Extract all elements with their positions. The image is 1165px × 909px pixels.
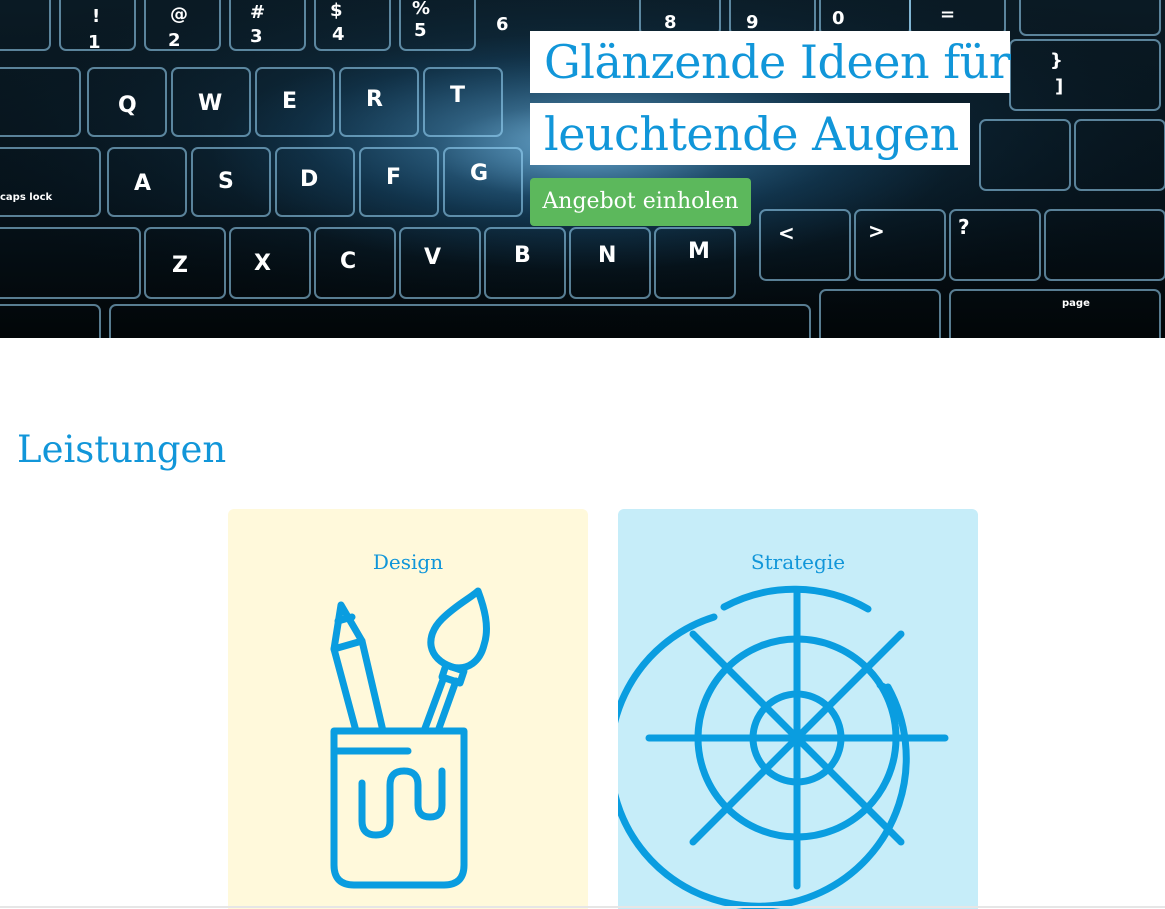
svg-text:#: #	[250, 2, 265, 23]
svg-text:3: 3	[250, 26, 263, 47]
target-radar-icon	[618, 585, 949, 909]
svg-text:]: ]	[1055, 76, 1063, 97]
svg-text:4: 4	[332, 24, 345, 45]
svg-text:E: E	[282, 89, 297, 114]
hero-headline-line2: leuchtende Augen	[530, 103, 970, 165]
svg-text:8: 8	[664, 12, 677, 33]
svg-text:@: @	[170, 4, 188, 25]
hero-banner: ! 1 @ 2 # 3 $ 4 % 5 6 8 9 0 = Q W E R T …	[0, 0, 1165, 338]
svg-text:!: !	[92, 6, 100, 27]
svg-text:R: R	[366, 87, 383, 112]
svg-text:page: page	[1062, 298, 1090, 309]
svg-text:%: %	[412, 0, 430, 19]
svg-text:5: 5	[414, 20, 427, 41]
svg-text:?: ?	[958, 215, 970, 239]
service-card-strategy[interactable]: Strategie	[618, 509, 978, 909]
svg-text:T: T	[450, 83, 465, 108]
hero-headline-line1: Glänzende Ideen für	[530, 31, 1011, 93]
svg-text:N: N	[598, 243, 616, 268]
svg-text:caps lock: caps lock	[0, 192, 52, 203]
svg-text:M: M	[688, 239, 710, 264]
svg-text:6: 6	[496, 14, 509, 35]
svg-text:S: S	[218, 169, 234, 194]
svg-text:9: 9	[746, 12, 759, 33]
svg-text:$: $	[330, 0, 343, 21]
get-quote-button[interactable]: Angebot einholen	[530, 178, 751, 226]
svg-text:=: =	[940, 4, 955, 25]
svg-text:0: 0	[832, 8, 845, 29]
svg-text:A: A	[134, 171, 151, 196]
svg-text:V: V	[424, 245, 441, 270]
svg-text:}: }	[1050, 50, 1063, 71]
svg-text:<: <	[778, 221, 795, 245]
svg-text:C: C	[340, 249, 356, 274]
svg-text:X: X	[254, 251, 271, 276]
svg-text:Z: Z	[172, 253, 188, 278]
svg-text:W: W	[198, 91, 222, 116]
service-card-design[interactable]: Design	[228, 509, 588, 909]
svg-text:Q: Q	[118, 93, 137, 118]
svg-text:>: >	[868, 219, 885, 243]
svg-text:B: B	[514, 243, 531, 268]
section-title-services: Leistungen	[17, 428, 227, 471]
svg-text:F: F	[386, 165, 401, 190]
svg-text:G: G	[470, 161, 488, 186]
svg-text:2: 2	[168, 30, 181, 51]
svg-text:D: D	[300, 167, 318, 192]
brush-pencil-cup-icon	[330, 587, 490, 889]
svg-text:1: 1	[88, 32, 101, 53]
